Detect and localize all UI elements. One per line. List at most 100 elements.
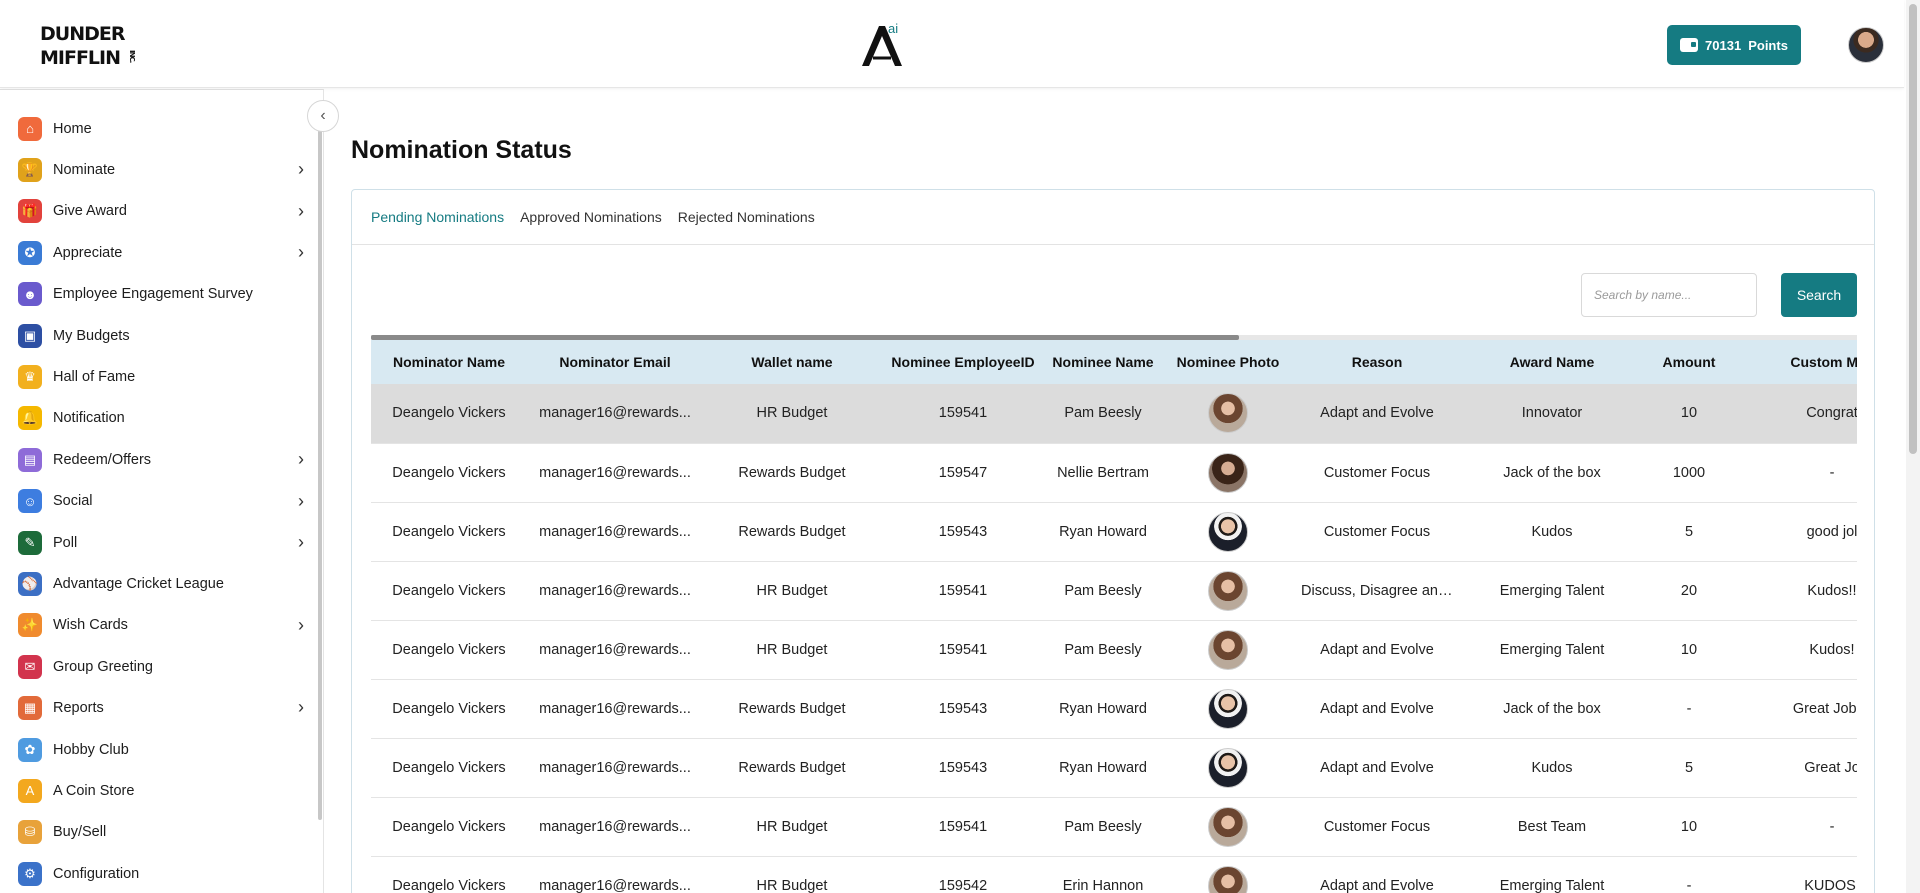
sidebar-item-give-award[interactable]: 🎁 Give Award › <box>0 191 318 232</box>
sidebar-item-advantage-cricket-league[interactable]: ⚾ Advantage Cricket League <box>0 563 318 604</box>
sidebar-item-a-coin-store[interactable]: A A Coin Store <box>0 770 318 811</box>
table-cell-employee-id: 159541 <box>881 797 1045 857</box>
nominee-photo-cell <box>1161 384 1295 444</box>
sidebar-item-label: Social <box>53 493 93 510</box>
sidebar-item-buy-sell[interactable]: ⛁ Buy/Sell <box>0 812 318 853</box>
sidebar-item-label: Reports <box>53 700 104 717</box>
table-row[interactable]: Deangelo Vickers manager16@rewards... Rewa… <box>371 679 1857 739</box>
sidebar-item-poll[interactable]: ✎ Poll › <box>0 522 318 563</box>
sidebar-item-label: Nominate <box>53 162 116 179</box>
dunder-mifflin-logo[interactable]: DUNDER MIFFLIN INC. <box>40 20 136 70</box>
table-cell-message: KUDOS! <box>1733 856 1857 893</box>
table-cell-award: Emerging Talent <box>1459 620 1645 680</box>
nominee-photo-cell <box>1161 738 1295 798</box>
table-row[interactable]: Deangelo Vickers manager16@rewards... Rewa… <box>371 738 1857 798</box>
nominee-photo-cell <box>1161 856 1295 893</box>
table-cell-message: - <box>1733 797 1857 857</box>
chevron-left-icon: ‹ <box>320 107 326 124</box>
page-scrollbar[interactable] <box>1906 0 1920 893</box>
points-value: 70131 <box>1705 37 1742 53</box>
page-scroll-thumb[interactable] <box>1909 4 1917 454</box>
wallet-icon: ▣ <box>18 323 42 348</box>
table-row[interactable]: Deangelo Vickers manager16@rewards... HR B… <box>371 384 1857 444</box>
palette-icon: ✿ <box>18 737 42 762</box>
nominee-photo-cell <box>1161 502 1295 562</box>
nominee-photo[interactable] <box>1208 452 1248 493</box>
sidebar-item-social[interactable]: ☺ Social › <box>0 481 318 522</box>
tab-pending-nominations[interactable]: Pending Nominations <box>371 209 504 225</box>
sidebar-item-nominate[interactable]: 🏆 Nominate › <box>0 149 318 190</box>
chevron-right-icon: › <box>298 697 304 718</box>
table-cell-message: Great Jo <box>1733 738 1857 798</box>
chevron-right-icon: › <box>298 449 304 470</box>
table-cell-message: Kudos!! <box>1733 561 1857 621</box>
points-label: Points <box>1748 37 1788 53</box>
table-cell-reason: Customer Focus <box>1295 502 1459 562</box>
sidebar-item-employee-engagement-survey[interactable]: ☻ Employee Engagement Survey <box>0 274 318 315</box>
table-cell-wallet: HR Budget <box>703 856 881 893</box>
sidebar-item-home[interactable]: ⌂ Home <box>0 108 318 149</box>
nominee-photo-cell <box>1161 797 1295 857</box>
table-cell-amount: - <box>1645 856 1733 893</box>
table-row[interactable]: Deangelo Vickers manager16@rewards... Rewa… <box>371 443 1857 503</box>
table-cell-award: Innovator <box>1459 384 1645 444</box>
table-cell-nominee: Pam Beesly <box>1045 620 1161 680</box>
table-cell-award: Emerging Talent <box>1459 561 1645 621</box>
sidebar-item-label: Configuration <box>53 865 140 882</box>
nominee-photo[interactable] <box>1208 393 1248 434</box>
tab-approved-nominations[interactable]: Approved Nominations <box>520 209 662 225</box>
table-row[interactable]: Deangelo Vickers manager16@rewards... HR B… <box>371 561 1857 621</box>
sidebar-item-my-budgets[interactable]: ▣ My Budgets <box>0 315 318 356</box>
trophy-icon: 🏆 <box>18 158 42 183</box>
table-cell-award: Emerging Talent <box>1459 856 1645 893</box>
table-cell-reason: Adapt and Evolve <box>1295 679 1459 739</box>
search-button[interactable]: Search <box>1781 273 1857 317</box>
table-cell-email: manager16@rewards... <box>527 561 703 621</box>
points-balance-button[interactable]: 70131 Points <box>1667 25 1801 65</box>
sidebar-scrollbar[interactable] <box>318 130 322 820</box>
table-cell-employee-id: 159541 <box>881 561 1045 621</box>
voucher-icon: ▤ <box>18 447 42 472</box>
sidebar-item-hobby-club[interactable]: ✿ Hobby Club <box>0 729 318 770</box>
sidebar-item-configuration[interactable]: ⚙ Configuration <box>0 853 318 893</box>
nomination-card: Pending Nominations Approved Nominations… <box>351 189 1875 893</box>
table-cell-nominee: Nellie Bertram <box>1045 443 1161 503</box>
table-row[interactable]: Deangelo Vickers manager16@rewards... HR B… <box>371 856 1857 893</box>
sidebar-item-reports[interactable]: ▦ Reports › <box>0 687 318 728</box>
table-cell-employee-id: 159542 <box>881 856 1045 893</box>
table-cell-employee-id: 159541 <box>881 620 1045 680</box>
table-row[interactable]: Deangelo Vickers manager16@rewards... HR B… <box>371 797 1857 857</box>
table-cell-nominee: Ryan Howard <box>1045 679 1161 739</box>
advantage-ai-logo[interactable]: ai <box>858 20 908 70</box>
sidebar-item-hall-of-fame[interactable]: ♛ Hall of Fame <box>0 356 318 397</box>
nominee-photo[interactable] <box>1208 570 1248 611</box>
nominee-photo[interactable] <box>1208 806 1248 847</box>
table-cell-wallet: Rewards Budget <box>703 679 881 739</box>
nominee-photo[interactable] <box>1208 511 1248 552</box>
sidebar-item-wish-cards[interactable]: ✨ Wish Cards › <box>0 605 318 646</box>
sidebar-item-label: Hobby Club <box>53 741 129 758</box>
table-cell-award: Kudos <box>1459 502 1645 562</box>
table-row[interactable]: Deangelo Vickers manager16@rewards... HR B… <box>371 620 1857 680</box>
tab-rejected-nominations[interactable]: Rejected Nominations <box>678 209 815 225</box>
sidebar-item-redeem-offers[interactable]: ▤ Redeem/Offers › <box>0 439 318 480</box>
nominee-photo[interactable] <box>1208 747 1248 788</box>
nominee-photo[interactable] <box>1208 629 1248 670</box>
table-cell-wallet: HR Budget <box>703 561 881 621</box>
collapse-sidebar-button[interactable]: ‹ <box>307 100 339 132</box>
table-cell-nominee: Pam Beesly <box>1045 797 1161 857</box>
svg-text:MIFFLIN: MIFFLIN <box>40 47 120 69</box>
sidebar-item-group-greeting[interactable]: ✉ Group Greeting <box>0 646 318 687</box>
search-input[interactable] <box>1581 273 1757 317</box>
sidebar-item-notification[interactable]: 🔔 Notification <box>0 398 318 439</box>
sidebar-item-appreciate[interactable]: ✪ Appreciate › <box>0 232 318 273</box>
profile-avatar[interactable] <box>1848 27 1884 63</box>
table-cell-nominator: Deangelo Vickers <box>371 384 527 444</box>
table-row[interactable]: Deangelo Vickers manager16@rewards... Rewa… <box>371 502 1857 562</box>
column-header: Custom Mes <box>1733 340 1857 384</box>
nominee-photo[interactable] <box>1208 865 1248 893</box>
column-header: Reason <box>1295 340 1459 384</box>
nominee-photo[interactable] <box>1208 688 1248 729</box>
svg-text:DUNDER: DUNDER <box>40 23 126 45</box>
column-header: Nominee EmployeeID <box>881 340 1045 384</box>
